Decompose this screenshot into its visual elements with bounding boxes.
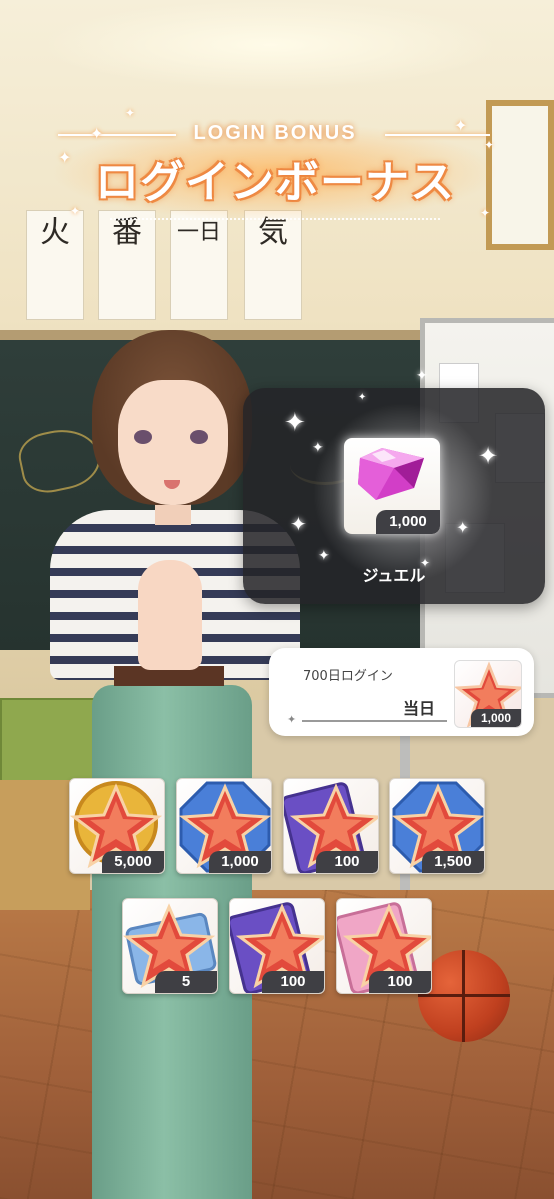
reward-quantity: 1,000 bbox=[376, 510, 440, 534]
item-quantity: 5 bbox=[155, 971, 217, 993]
item-quantity: 100 bbox=[316, 851, 378, 873]
jewel-icon bbox=[358, 448, 424, 500]
day-reward-quantity: 1,000 bbox=[471, 709, 521, 727]
login-bonus-title: LOGIN BONUS ログインボーナス ✦ ✦ ✦ ✦ ✦ ✦ ✦ bbox=[40, 106, 510, 232]
dot-icon: ✦ bbox=[287, 713, 297, 726]
sparkle-icon: ✦ bbox=[484, 138, 495, 152]
sparkle-icon: ✦ bbox=[70, 204, 81, 218]
sparkle-icon: ✦ bbox=[125, 106, 136, 120]
reward-name: ジュエル bbox=[362, 566, 426, 585]
bonus-item[interactable]: 5,000 bbox=[69, 778, 165, 874]
bonus-item[interactable]: 1,500 bbox=[389, 778, 485, 874]
twinkle-icon: ✦ bbox=[478, 442, 499, 470]
day-reward-item[interactable]: 1,000 bbox=[454, 660, 522, 728]
bonus-item[interactable]: 1,000 bbox=[176, 778, 272, 874]
login-day-label: 700日ログイン bbox=[303, 669, 393, 684]
twinkle-icon: ✦ bbox=[290, 512, 307, 536]
twinkle-icon: ✦ bbox=[416, 368, 428, 384]
sparkle-icon: ✦ bbox=[90, 124, 104, 143]
sparkle-icon: ✦ bbox=[454, 116, 468, 135]
bonus-item[interactable]: 100 bbox=[283, 778, 379, 874]
reward-item-card[interactable]: 1,000 bbox=[344, 438, 440, 534]
twinkle-icon: ✦ bbox=[358, 392, 367, 403]
bonus-item[interactable]: 5 bbox=[122, 898, 218, 994]
bonus-item[interactable]: 100 bbox=[336, 898, 432, 994]
item-quantity: 1,500 bbox=[422, 851, 484, 873]
sparkle-icon: ✦ bbox=[480, 206, 491, 220]
ceiling-light bbox=[40, 0, 500, 90]
item-quantity: 100 bbox=[262, 971, 324, 993]
title-english: LOGIN BONUS bbox=[193, 122, 357, 144]
twinkle-icon: ✦ bbox=[312, 440, 324, 456]
sparkle-icon: ✦ bbox=[58, 148, 72, 167]
item-quantity: 1,000 bbox=[209, 851, 271, 873]
title-japanese: ログインボーナス bbox=[95, 157, 455, 208]
divider bbox=[302, 720, 447, 722]
item-quantity: 5,000 bbox=[102, 851, 164, 873]
twinkle-icon: ✦ bbox=[284, 408, 306, 438]
login-day-status: 当日 bbox=[403, 699, 436, 718]
bonus-item[interactable]: 100 bbox=[229, 898, 325, 994]
twinkle-icon: ✦ bbox=[456, 518, 470, 537]
item-quantity: 100 bbox=[369, 971, 431, 993]
